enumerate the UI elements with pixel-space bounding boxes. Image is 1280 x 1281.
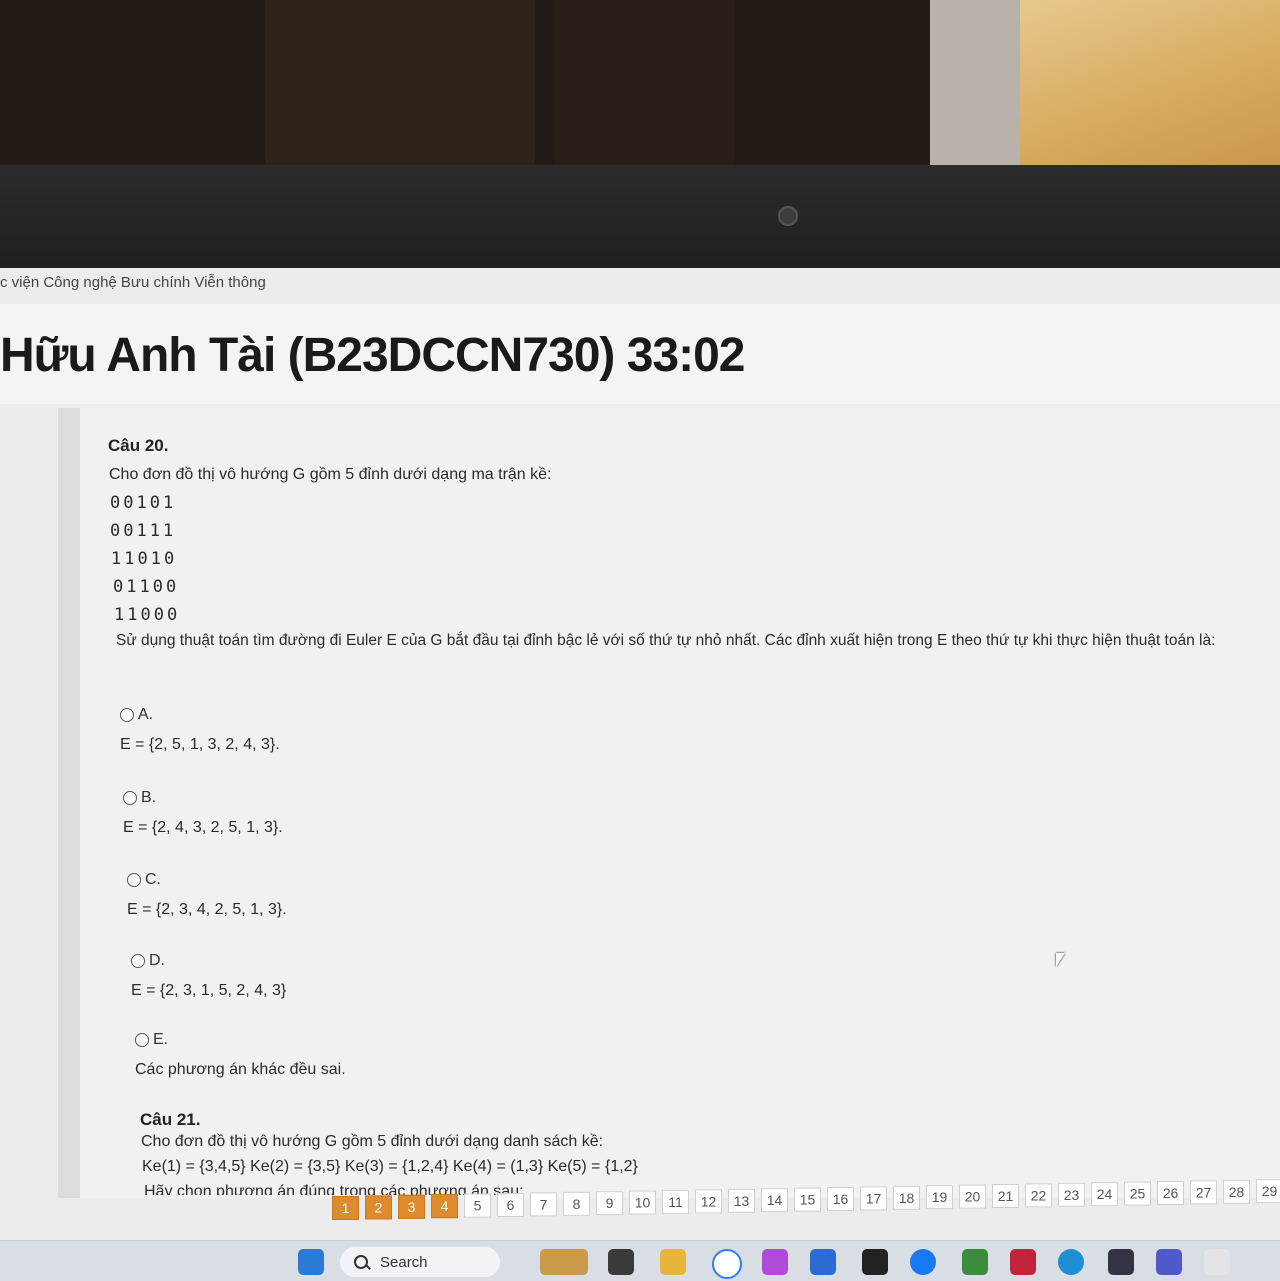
- question-nav-button[interactable]: 13: [728, 1188, 755, 1213]
- option-text: E = {2, 3, 4, 2, 5, 1, 3}.: [127, 901, 287, 919]
- screen: c viện Công nghệ Bưu chính Viễn thông Hữ…: [0, 268, 1280, 1280]
- question-nav-button[interactable]: 18: [893, 1185, 920, 1210]
- option-letter: A.: [138, 706, 154, 723]
- app-icon[interactable]: [962, 1249, 988, 1275]
- monitor-bezel: [0, 165, 1280, 275]
- radio-button[interactable]: [123, 791, 137, 805]
- question-navigation: 1 2 3 4 5 6 7 8 9 10 11 12 13 14 15 16 17 18 19 20 21 22 23 24 2…: [332, 1179, 1280, 1226]
- question-nav-button[interactable]: 12: [695, 1189, 722, 1214]
- option-letter: B.: [141, 789, 157, 806]
- app-icon[interactable]: [1204, 1249, 1230, 1275]
- question-nav-button[interactable]: 27: [1190, 1180, 1217, 1205]
- taskbar-search[interactable]: Search: [340, 1247, 500, 1277]
- webcam-icon: [778, 206, 798, 226]
- copilot-icon[interactable]: [762, 1249, 788, 1275]
- windows-start-icon[interactable]: [298, 1249, 324, 1275]
- radio-button[interactable]: [127, 873, 141, 887]
- matrix-row: 11010: [111, 549, 178, 569]
- option-c[interactable]: C. E = {2, 3, 4, 2, 5, 1, 3}.: [127, 871, 287, 919]
- question-nav-button[interactable]: 28: [1223, 1179, 1250, 1204]
- question-21-label: Câu 21.: [140, 1110, 201, 1129]
- zalo-icon[interactable]: [712, 1249, 742, 1279]
- question-nav-button[interactable]: 20: [959, 1184, 986, 1209]
- title-bar: Hữu Anh Tài (B23DCCN730) 33:02: [0, 304, 1280, 404]
- question-content: Câu 20. Cho đơn đồ thị vô hướng G gồm 5 …: [58, 408, 1280, 1198]
- background-plaster-wall: [1020, 0, 1280, 175]
- search-label: Search: [380, 1253, 428, 1271]
- question-nav-button[interactable]: 14: [761, 1188, 788, 1213]
- xbox-icon[interactable]: [862, 1249, 888, 1275]
- question-nav-button[interactable]: 21: [992, 1184, 1019, 1208]
- radio-button[interactable]: [131, 954, 145, 968]
- taskbar: Search: [0, 1240, 1280, 1281]
- question-nav-button[interactable]: 25: [1124, 1181, 1151, 1206]
- question-nav-button[interactable]: 29: [1256, 1179, 1280, 1204]
- task-view-icon[interactable]: [608, 1249, 634, 1275]
- option-d[interactable]: D. E = {2, 3, 1, 5, 2, 4, 3}: [131, 952, 286, 1000]
- question-20-prompt: Cho đơn đồ thị vô hướng G gồm 5 đỉnh dướ…: [109, 466, 552, 483]
- question-nav-button[interactable]: 23: [1058, 1182, 1085, 1207]
- question-20-label: Câu 20.: [108, 436, 169, 455]
- matrix-row: 00101: [110, 493, 177, 513]
- option-a[interactable]: A. E = {2, 5, 1, 3, 2, 4, 3}.: [120, 706, 280, 754]
- matrix-row: 00111: [110, 521, 177, 541]
- question-21-prompt: Cho đơn đồ thị vô hướng G gồm 5 đỉnh dướ…: [141, 1133, 604, 1150]
- question-nav-button[interactable]: 19: [926, 1185, 953, 1210]
- matrix-row: 01100: [113, 577, 180, 597]
- question-nav-button[interactable]: 24: [1091, 1182, 1118, 1207]
- site-name: c viện Công nghệ Bưu chính Viễn thông: [0, 274, 266, 291]
- option-text: E = {2, 5, 1, 3, 2, 4, 3}.: [120, 736, 280, 754]
- question-nav-button[interactable]: 4: [431, 1194, 458, 1219]
- radio-button[interactable]: [120, 708, 134, 722]
- background-pillar: [930, 0, 1020, 170]
- question-nav-button[interactable]: 17: [860, 1186, 887, 1211]
- option-letter: D.: [149, 952, 165, 969]
- widget-icon[interactable]: [540, 1249, 588, 1275]
- question-nav-button[interactable]: 22: [1025, 1183, 1052, 1208]
- edge-icon[interactable]: [1058, 1249, 1084, 1275]
- teams-icon[interactable]: [1156, 1249, 1182, 1275]
- option-text: E = {2, 3, 1, 5, 2, 4, 3}: [131, 982, 287, 1000]
- question-nav-button[interactable]: 6: [497, 1193, 524, 1217]
- matrix-row: 11000: [114, 605, 181, 625]
- question-nav-button[interactable]: 2: [365, 1195, 392, 1220]
- question-nav-button[interactable]: 1: [332, 1196, 359, 1220]
- option-text: Các phương án khác đều sai.: [135, 1061, 346, 1079]
- question-nav-button[interactable]: 7: [530, 1192, 557, 1217]
- question-nav-button[interactable]: 3: [398, 1194, 425, 1219]
- option-letter: C.: [145, 871, 161, 888]
- question-nav-button[interactable]: 5: [464, 1193, 491, 1218]
- option-b[interactable]: B. E = {2, 4, 3, 2, 5, 1, 3}.: [123, 789, 283, 837]
- devc-icon[interactable]: [1108, 1249, 1134, 1275]
- radio-button[interactable]: [135, 1033, 149, 1047]
- background-door-panel: [555, 0, 735, 165]
- question-20-instruction: Sử dụng thuật toán tìm đường đi Euler E …: [116, 632, 1216, 649]
- question-nav-button[interactable]: 16: [827, 1187, 854, 1211]
- option-text: E = {2, 4, 3, 2, 5, 1, 3}.: [123, 819, 283, 837]
- store-icon[interactable]: [810, 1249, 836, 1275]
- question-nav-button[interactable]: 15: [794, 1187, 821, 1212]
- option-letter: E.: [153, 1031, 169, 1048]
- background-door: [265, 0, 535, 165]
- mouse-cursor-icon: [1056, 953, 1065, 967]
- question-21-adjacency: Ke(1) = {3,4,5} Ke(2) = {3,5} Ke(3) = {1…: [142, 1158, 638, 1175]
- question-nav-button[interactable]: 11: [662, 1190, 689, 1214]
- facebook-icon[interactable]: [910, 1249, 936, 1275]
- question-nav-button[interactable]: 8: [563, 1191, 590, 1216]
- question-nav-button[interactable]: 26: [1157, 1181, 1184, 1205]
- question-nav-button[interactable]: 9: [596, 1191, 623, 1216]
- search-icon: [354, 1255, 368, 1269]
- background-wall: [0, 0, 1280, 175]
- option-e[interactable]: E. Các phương án khác đều sai.: [135, 1031, 346, 1079]
- page-title: Hữu Anh Tài (B23DCCN730) 33:02: [0, 329, 745, 382]
- app-icon[interactable]: [1010, 1249, 1036, 1275]
- file-explorer-icon[interactable]: [660, 1249, 686, 1275]
- question-nav-button[interactable]: 10: [629, 1190, 656, 1215]
